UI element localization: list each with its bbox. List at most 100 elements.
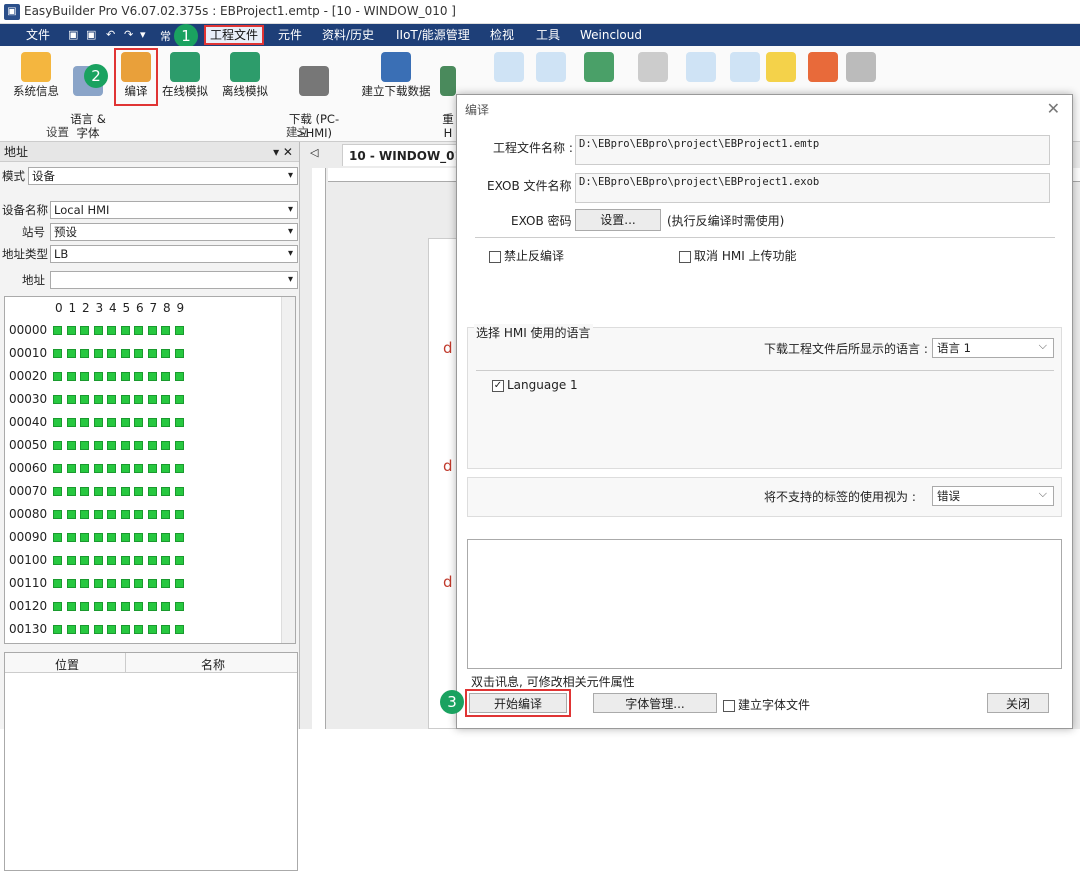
bit-indicator[interactable]	[107, 533, 116, 542]
bit-indicator[interactable]	[134, 395, 143, 404]
bit-indicator[interactable]	[147, 487, 157, 496]
bit-indicator[interactable]	[147, 395, 157, 404]
bit-indicator[interactable]	[147, 372, 157, 381]
bit-indicator[interactable]	[107, 418, 116, 427]
bit-indicator[interactable]	[134, 326, 143, 335]
bit-indicator[interactable]	[161, 602, 170, 611]
bit-indicator[interactable]	[120, 372, 130, 381]
bit-indicator[interactable]	[120, 395, 130, 404]
bit-indicator[interactable]	[66, 533, 76, 542]
bit-indicator[interactable]	[80, 349, 89, 358]
bit-indicator[interactable]	[174, 418, 184, 427]
bit-indicator[interactable]	[147, 602, 157, 611]
bit-indicator[interactable]	[66, 326, 76, 335]
language-1-checkbox[interactable]: ✓ Language 1	[492, 378, 578, 392]
bit-indicator[interactable]	[53, 487, 62, 496]
bit-indicator[interactable]	[93, 372, 103, 381]
bit-indicator[interactable]	[147, 579, 157, 588]
bit-indicator[interactable]	[80, 326, 89, 335]
bit-indicator[interactable]	[134, 487, 143, 496]
bit-indicator[interactable]	[134, 418, 143, 427]
bit-indicator[interactable]	[147, 326, 157, 335]
close-button[interactable]: 关闭	[987, 693, 1049, 713]
bit-indicator[interactable]	[161, 441, 170, 450]
bit-indicator[interactable]	[80, 625, 89, 634]
bit-indicator[interactable]	[120, 602, 130, 611]
menu-view[interactable]: 检视	[486, 27, 518, 43]
device-select[interactable]: Local HMI	[50, 201, 298, 219]
menu-weincloud[interactable]: Weincloud	[576, 27, 646, 43]
bit-indicator[interactable]	[134, 602, 143, 611]
bit-indicator[interactable]	[147, 464, 157, 473]
online-sim-button[interactable]: 在线模拟	[158, 52, 212, 98]
bit-indicator[interactable]	[53, 441, 62, 450]
bit-indicator[interactable]	[66, 418, 76, 427]
bit-indicator[interactable]	[53, 579, 62, 588]
bit-indicator[interactable]	[161, 556, 170, 565]
bit-indicator[interactable]	[107, 372, 116, 381]
rebuild-button[interactable]: 重 H	[440, 52, 456, 140]
bit-indicator[interactable]	[53, 418, 62, 427]
bit-indicator[interactable]	[120, 464, 130, 473]
station-select[interactable]: 预设	[50, 223, 298, 241]
bit-indicator[interactable]	[66, 395, 76, 404]
undo-icon[interactable]: ↶	[106, 28, 115, 41]
dialog-close-icon[interactable]: ✕	[1047, 99, 1060, 118]
offline-sim-button[interactable]: 离线模拟	[218, 52, 272, 98]
bit-indicator[interactable]	[174, 395, 184, 404]
bit-indicator[interactable]	[120, 510, 130, 519]
bit-indicator[interactable]	[120, 533, 130, 542]
build-download-data-button[interactable]: 建立下载数据	[356, 52, 436, 98]
bit-indicator[interactable]	[161, 510, 170, 519]
bit-indicator[interactable]	[93, 326, 103, 335]
quick-access-dropdown-icon[interactable]: ▾	[140, 28, 146, 41]
bit-indicator[interactable]	[147, 510, 157, 519]
bit-indicator[interactable]	[134, 349, 143, 358]
bit-indicator[interactable]	[147, 533, 157, 542]
bit-indicator[interactable]	[161, 487, 170, 496]
bit-indicator[interactable]	[147, 556, 157, 565]
bit-indicator[interactable]	[93, 533, 103, 542]
bit-indicator[interactable]	[120, 418, 130, 427]
bit-indicator[interactable]	[107, 487, 116, 496]
save-icon[interactable]: ▣	[68, 28, 78, 41]
bit-indicator[interactable]	[53, 349, 62, 358]
bit-indicator[interactable]	[174, 625, 184, 634]
tab-scroll-left-icon[interactable]: ◁	[310, 146, 318, 159]
bit-indicator[interactable]	[174, 372, 184, 381]
bit-indicator[interactable]	[120, 349, 130, 358]
bit-indicator[interactable]	[80, 487, 89, 496]
bit-indicator[interactable]	[93, 510, 103, 519]
bit-indicator[interactable]	[66, 510, 76, 519]
bit-indicator[interactable]	[93, 395, 103, 404]
bit-indicator[interactable]	[174, 510, 184, 519]
bit-indicator[interactable]	[161, 372, 170, 381]
bit-indicator[interactable]	[147, 441, 157, 450]
bit-indicator[interactable]	[53, 372, 62, 381]
bit-indicator[interactable]	[93, 441, 103, 450]
address-input[interactable]	[50, 271, 298, 289]
bit-indicator[interactable]	[53, 326, 62, 335]
bit-indicator[interactable]	[53, 625, 62, 634]
pane-pin-close-icon[interactable]: ▾ ✕	[273, 142, 293, 162]
bit-indicator[interactable]	[120, 326, 130, 335]
bit-indicator[interactable]	[53, 510, 62, 519]
bit-indicator[interactable]	[107, 326, 116, 335]
menu-project[interactable]: 工程文件	[204, 25, 265, 45]
bit-indicator[interactable]	[134, 625, 143, 634]
bit-indicator[interactable]	[93, 487, 103, 496]
bit-indicator[interactable]	[134, 556, 143, 565]
bit-indicator[interactable]	[66, 579, 76, 588]
bit-indicator[interactable]	[66, 487, 76, 496]
menu-tools[interactable]: 工具	[532, 27, 564, 43]
bit-indicator[interactable]	[80, 533, 89, 542]
bit-indicator[interactable]	[174, 579, 184, 588]
bit-indicator[interactable]	[80, 372, 89, 381]
bit-indicator[interactable]	[66, 441, 76, 450]
bit-indicator[interactable]	[80, 602, 89, 611]
bit-indicator[interactable]	[161, 395, 170, 404]
bit-indicator[interactable]	[93, 349, 103, 358]
bit-indicator[interactable]	[53, 395, 62, 404]
bit-indicator[interactable]	[161, 579, 170, 588]
bit-indicator[interactable]	[66, 464, 76, 473]
